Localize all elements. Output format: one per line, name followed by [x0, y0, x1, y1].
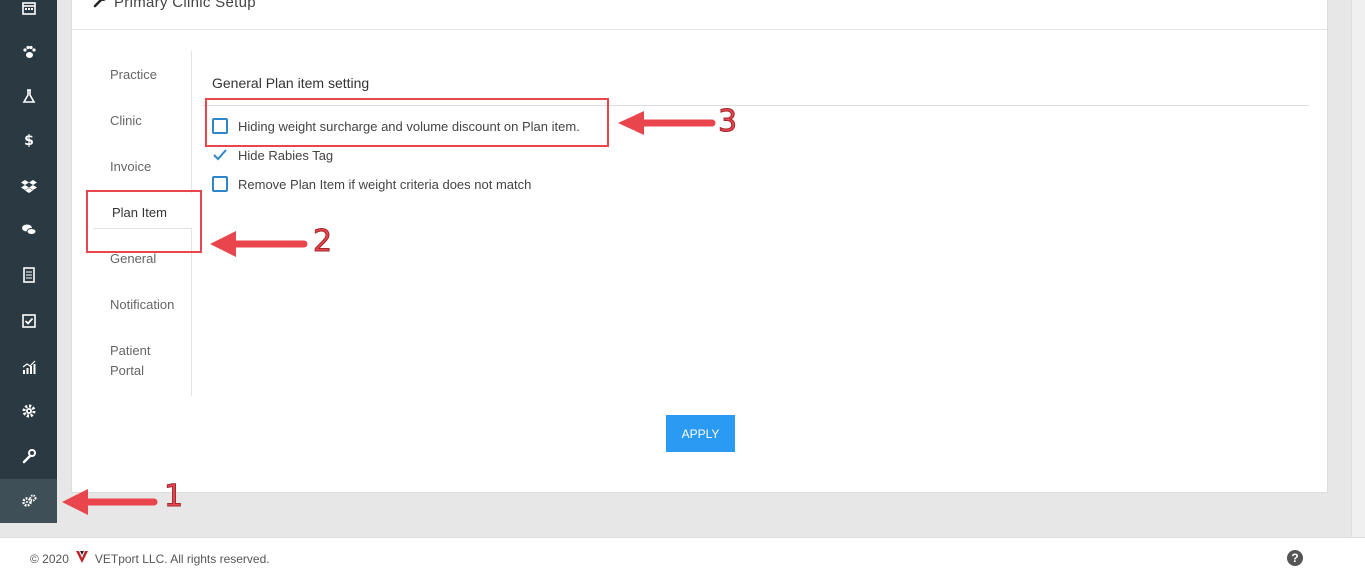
section-title: General Plan item setting: [212, 75, 370, 91]
panel-title: Primary Clinic Setup: [92, 0, 256, 12]
annotation-arrow-3: [618, 111, 716, 135]
gear-icon[interactable]: [0, 389, 57, 433]
dropbox-icon[interactable]: [0, 164, 57, 208]
apply-button[interactable]: APPLY: [666, 415, 735, 452]
footer: © 2020 VETport LLC. All rights reserved.…: [0, 537, 1365, 576]
calendar-icon[interactable]: [0, 0, 57, 30]
annotation-arrow-2: [210, 231, 308, 257]
annotation-box-2: [86, 190, 202, 253]
wrench-icon: [92, 0, 108, 12]
page-scrollbar[interactable]: [1351, 0, 1365, 537]
tab-invoice[interactable]: Invoice: [110, 157, 151, 177]
checkmark-icon[interactable]: [212, 147, 228, 163]
chart-icon[interactable]: [0, 345, 57, 389]
annotation-number-3: 3: [717, 104, 738, 140]
document-icon[interactable]: [0, 253, 57, 297]
dollar-icon[interactable]: $: [0, 118, 57, 162]
left-sidebar: $: [0, 0, 57, 523]
chat-icon[interactable]: [0, 208, 57, 252]
tab-practice[interactable]: Practice: [110, 65, 157, 85]
annotation-box-3: [205, 98, 609, 147]
vetport-logo-icon: [75, 550, 89, 567]
wrench-icon[interactable]: [0, 434, 57, 478]
footer-text: © 2020 VETport LLC. All rights reserved.: [30, 550, 270, 567]
checkbox-remove-plan-item[interactable]: [212, 176, 228, 192]
svg-text:$: $: [24, 133, 34, 148]
checklist-icon[interactable]: [0, 299, 57, 343]
option-remove-plan-item[interactable]: Remove Plan Item if weight criteria does…: [212, 176, 531, 192]
annotation-number-1: 1: [163, 479, 184, 515]
annotation-arrow-1: [62, 489, 158, 515]
gears-icon[interactable]: [0, 479, 57, 523]
annotation-number-2: 2: [312, 224, 333, 260]
tab-patient-portal[interactable]: Patient Portal: [110, 341, 170, 381]
panel-header: Primary Clinic Setup: [72, 0, 1327, 30]
help-icon[interactable]: ?: [1287, 550, 1303, 566]
flask-icon[interactable]: [0, 74, 57, 118]
tab-notification[interactable]: Notification: [110, 295, 188, 315]
tab-clinic[interactable]: Clinic: [110, 111, 142, 131]
paw-icon[interactable]: [0, 30, 57, 74]
option-hide-rabies-tag[interactable]: Hide Rabies Tag: [212, 147, 333, 163]
